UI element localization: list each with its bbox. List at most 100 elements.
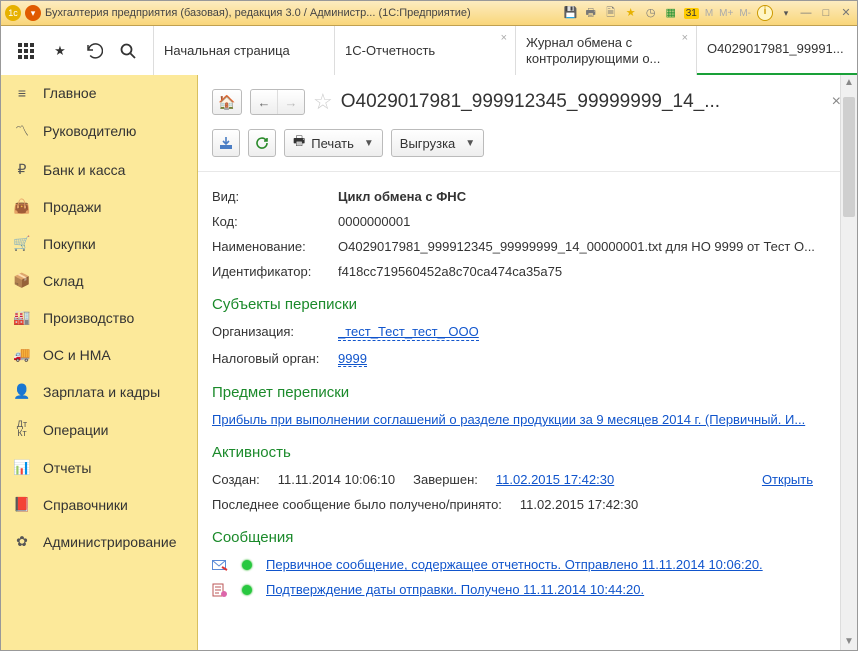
label-kod: Код: [212,214,338,229]
titlebar-toolbar: 💾 🖶 🗎 ★ ◷ ▦ 31 M M+ M- i ▾ — □ ✕ [564,5,853,21]
menu-icon: ≡ [13,85,31,101]
maximize-button[interactable]: □ [819,6,833,20]
nav-forward-button[interactable]: → [278,90,304,114]
value-last-message: 11.02.2015 17:42:30 [520,497,638,512]
sidebar-item-main[interactable]: ≡Главное [1,75,197,111]
section-messages: Сообщения [212,517,833,552]
calendar-icon[interactable]: 31 [684,8,699,19]
chevron-down-icon: ▼ [465,138,475,149]
label-id: Идентификатор: [212,264,338,279]
label-org: Организация: [212,324,338,341]
favorites-star-icon[interactable]: ★ [624,6,638,20]
sidebar-item-salary[interactable]: 👤Зарплата и кадры [1,373,197,410]
factory-icon: 🏭 [13,309,31,326]
document-title: O4029017981_999912345_99999999_14_... [341,91,818,113]
link-message-1[interactable]: Первичное сообщение, содержащее отчетнос… [266,557,763,572]
close-tab-icon[interactable]: × [682,32,688,44]
content-area: 🏠 ← → ☆ O4029017981_999912345_99999999_1… [198,75,857,650]
scroll-down-icon[interactable]: ▼ [841,634,857,650]
link-message-2[interactable]: Подтверждение даты отправки. Получено 11… [266,582,644,597]
sidebar-item-reports[interactable]: 📊Отчеты [1,449,197,486]
tab-start-page[interactable]: Начальная страница [154,26,335,76]
book-icon: 📕 [13,496,31,513]
nav-history-buttons: ← → [250,89,305,115]
minimize-button[interactable]: — [799,6,813,20]
envelope-out-icon [212,558,228,572]
link-open[interactable]: Открыть [762,472,813,487]
link-finished-date[interactable]: 11.02.2015 17:42:30 [496,472,614,487]
sidebar-item-production[interactable]: 🏭Производство [1,299,197,336]
value-name: O4029017981_999912345_99999999_14_000000… [338,239,833,254]
sidebar: ≡Главное 〽Руководителю ₽Банк и касса 👜Пр… [1,75,198,650]
label-finished: Завершен: [413,472,478,487]
chart-icon: 〽 [13,121,31,141]
value-kod: 0000000001 [338,214,833,229]
history-icon[interactable]: ◷ [644,6,658,20]
value-vid: Цикл обмена с ФНС [338,189,833,204]
home-button[interactable]: 🏠 [212,89,242,115]
print-icon[interactable]: 🖶 [584,6,598,20]
refresh-button[interactable] [248,129,276,157]
sidebar-item-catalogs[interactable]: 📕Справочники [1,486,197,523]
ruble-icon: ₽ [13,161,31,178]
sidebar-item-sales[interactable]: 👜Продажи [1,188,197,225]
calculator-icon[interactable]: ▦ [664,6,678,20]
link-tax-authority[interactable]: 9999 [338,351,367,368]
vertical-scrollbar[interactable]: ▲ ▼ [840,75,857,650]
info-icon[interactable]: i [757,5,773,21]
operations-icon: ДтКт [13,420,31,439]
memory-m-button[interactable]: M [705,8,713,19]
print-button[interactable]: 🖶Печать▼ [284,129,383,157]
export-button[interactable]: Выгрузка▼ [391,129,484,157]
tab-1c-reporting[interactable]: 1С-Отчетность× [335,26,516,76]
app-menu-icon[interactable]: ▾ [25,5,41,21]
tab-document[interactable]: O4029017981_99991...× [697,26,858,76]
sidebar-item-warehouse[interactable]: 📦Склад [1,262,197,299]
message-row: Подтверждение даты отправки. Получено 11… [212,577,833,602]
sections-grid-icon[interactable] [17,42,35,60]
value-id: f418cc719560452a8c70ca474ca35a75 [338,264,833,279]
sidebar-item-manager[interactable]: 〽Руководителю [1,111,197,151]
label-created: Создан: [212,472,260,487]
scroll-up-icon[interactable]: ▲ [841,75,857,91]
bag-icon: 👜 [13,198,31,215]
status-dot-green-icon [242,560,252,570]
gear-icon: ✿ [13,533,31,550]
search-icon[interactable] [119,42,137,60]
label-name: Наименование: [212,239,338,254]
report-icon: 📊 [13,459,31,476]
save-icon[interactable]: 💾 [564,6,578,20]
history-icon[interactable] [85,42,103,60]
label-tax: Налоговый орган: [212,351,338,368]
favorites-star-icon[interactable]: ★ [51,42,69,60]
tabstrip: ★ Начальная страница 1С-Отчетность× Журн… [1,26,857,77]
memory-mminus-button[interactable]: M- [739,8,751,19]
sidebar-item-operations[interactable]: ДтКтОперации [1,410,197,449]
favorite-star-icon[interactable]: ☆ [313,89,333,115]
link-organization[interactable]: _тест_Тест_тест_ ООО [338,324,479,341]
section-activity: Активность [212,432,833,467]
section-subject: Предмет переписки [212,372,833,407]
sidebar-item-purchases[interactable]: 🛒Покупки [1,225,197,262]
titlebar: 1с ▾ Бухгалтерия предприятия (базовая), … [1,1,857,26]
scroll-thumb[interactable] [843,97,855,217]
close-tab-icon[interactable]: × [501,32,507,44]
sidebar-item-assets[interactable]: 🚚ОС и НМА [1,336,197,373]
tab-exchange-journal[interactable]: Журнал обмена с контролирующими о...× [516,26,697,76]
nav-back-button[interactable]: ← [251,90,278,114]
download-button[interactable] [212,129,240,157]
value-created: 11.11.2014 10:06:10 [278,472,395,487]
memory-mplus-button[interactable]: M+ [719,8,733,19]
receipt-icon [212,583,228,597]
sidebar-item-administration[interactable]: ✿Администрирование [1,523,197,560]
message-row: Первичное сообщение, содержащее отчетнос… [212,552,833,577]
sidebar-item-bank[interactable]: ₽Банк и касса [1,151,197,188]
doc-icon[interactable]: 🗎 [604,6,618,20]
document-toolbar: 🖶Печать▼ Выгрузка▼ [198,125,857,172]
truck-icon: 🚚 [13,346,31,363]
chevron-down-icon: ▼ [364,138,374,149]
close-window-button[interactable]: ✕ [839,6,853,20]
link-subject[interactable]: Прибыль при выполнении соглашений о разд… [212,412,805,427]
quick-access-toolbar: ★ [1,26,154,76]
cart-icon: 🛒 [13,235,31,252]
